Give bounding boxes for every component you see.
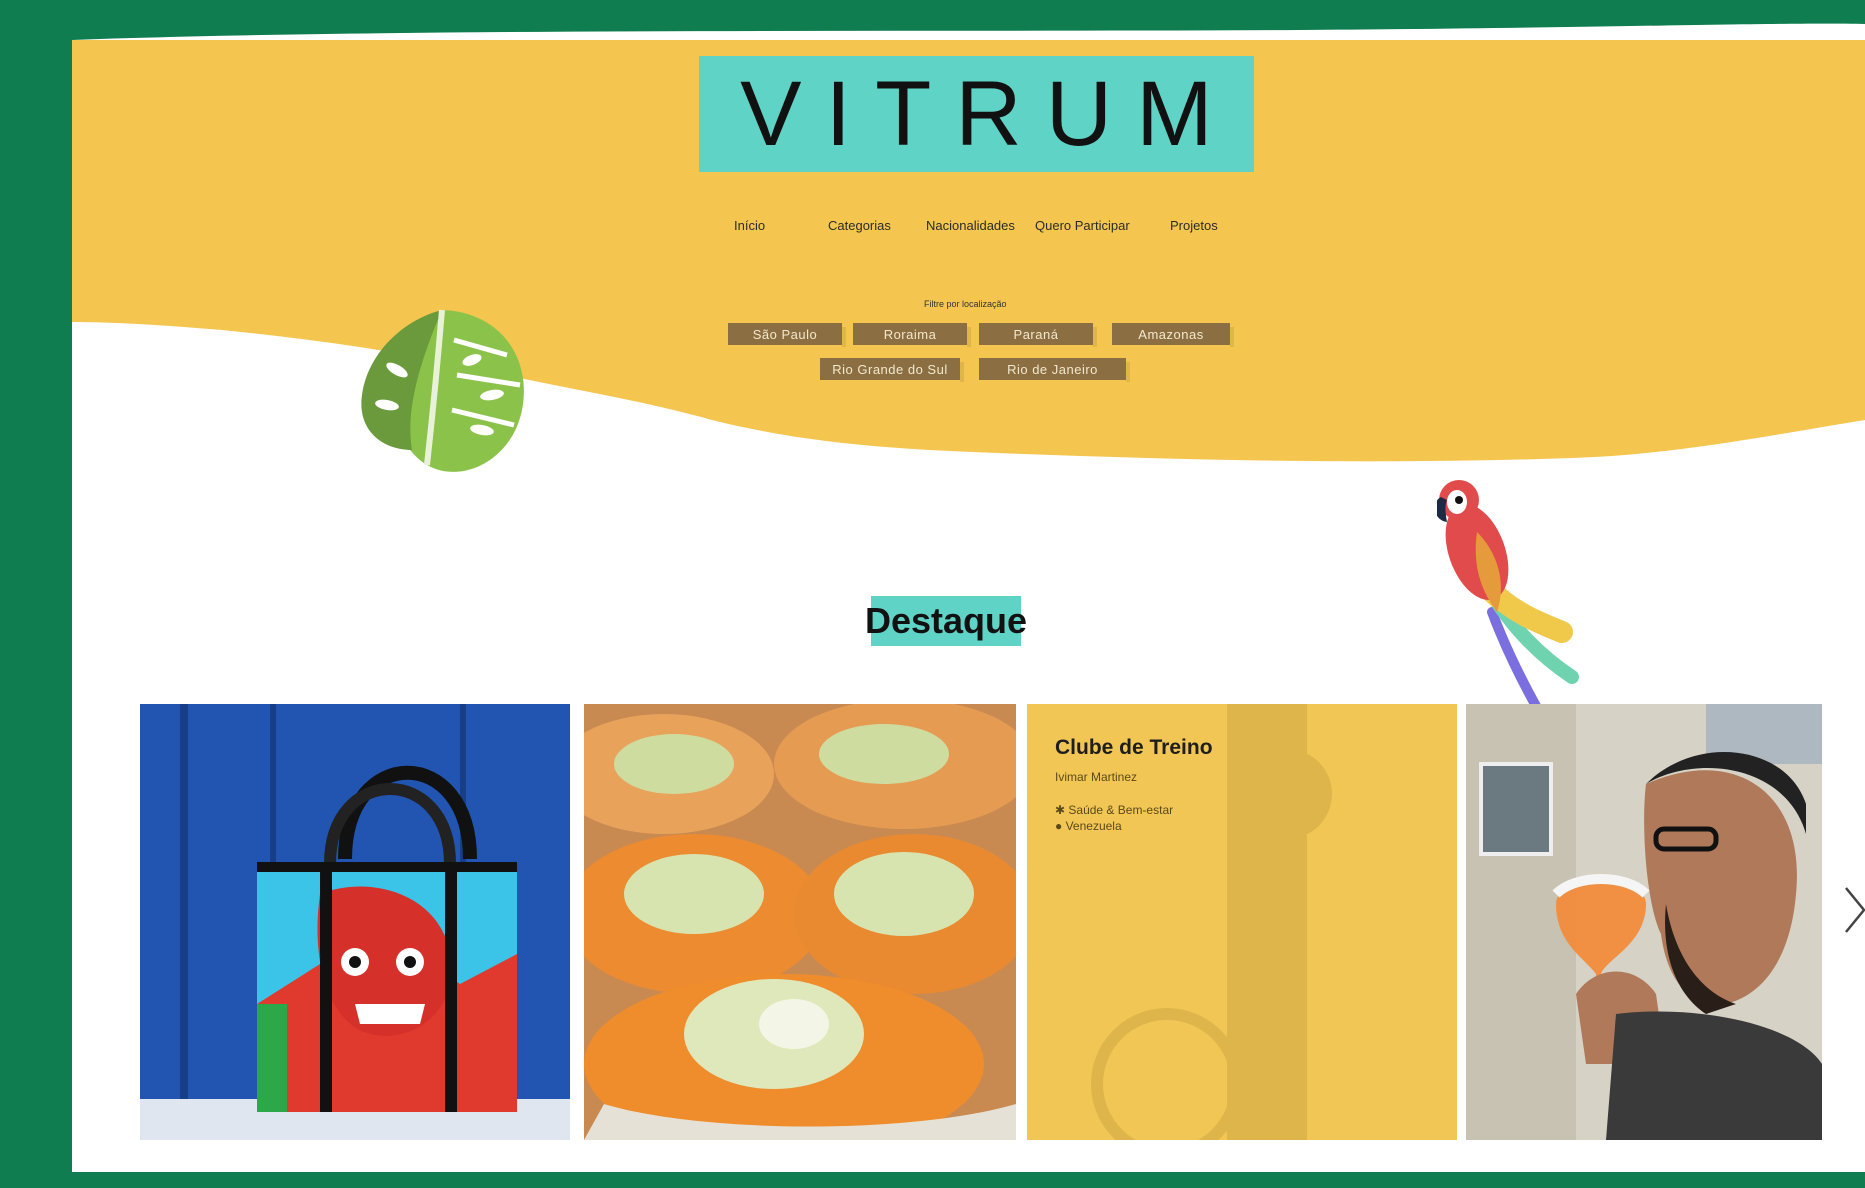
featured-card-tostadas[interactable]	[584, 704, 1016, 1140]
globe-icon: ●	[1055, 819, 1066, 833]
filter-chip-parana[interactable]: Paraná	[979, 323, 1097, 347]
man-tasting-beer-photo	[1466, 704, 1822, 1140]
featured-card-beer-tasting[interactable]	[1466, 704, 1822, 1140]
nav-categorias[interactable]: Categorias	[828, 218, 891, 233]
card-title: Clube de Treino	[1055, 736, 1213, 759]
filter-chip-roraima[interactable]: Roraima	[853, 323, 971, 347]
nav-projetos[interactable]: Projetos	[1170, 218, 1218, 233]
parrot-icon	[1437, 480, 1579, 739]
filter-chip-rio-grande-do-sul[interactable]: Rio Grande do Sul	[820, 358, 964, 382]
monstera-leaf-icon	[361, 309, 524, 472]
site-logo[interactable]: VITRUM	[699, 56, 1254, 172]
main-nav: Início Categorias Nacionalidades Quero P…	[72, 218, 1865, 238]
featured-card-tote-bag[interactable]	[140, 704, 570, 1140]
card-meta: ✱ Saúde & Bem-estar ● Venezuela	[1055, 802, 1173, 834]
info-card-body: Clube de Treino Ivimar Martinez ✱ Saúde …	[1027, 704, 1457, 1140]
page: VITRUM Início Categorias Nacionalidades …	[72, 40, 1865, 1172]
section-title-destaque: Destaque	[865, 596, 1027, 646]
chevron-right-icon[interactable]	[1840, 880, 1865, 940]
featured-card-clube-de-treino[interactable]: Clube de Treino Ivimar Martinez ✱ Saúde …	[1027, 704, 1457, 1140]
card-category: ✱ Saúde & Bem-estar	[1055, 803, 1174, 817]
filter-chip-rio-de-janeiro[interactable]: Rio de Janeiro	[979, 358, 1130, 382]
card-author: Ivimar Martinez	[1055, 770, 1138, 784]
card-nationality: ● Venezuela	[1055, 819, 1122, 833]
nav-quero-participar[interactable]: Quero Participar	[1035, 218, 1130, 233]
nav-nacionalidades[interactable]: Nacionalidades	[926, 218, 1015, 233]
nav-inicio[interactable]: Início	[734, 218, 765, 233]
filter-chip-sao-paulo[interactable]: São Paulo	[728, 323, 846, 347]
asterisk-icon: ✱	[1055, 803, 1069, 817]
filter-title: Filtre por localização	[924, 299, 1007, 309]
tote-bag-photo	[140, 704, 570, 1140]
carrot-tostadas-photo	[584, 704, 1016, 1140]
filter-chip-amazonas[interactable]: Amazonas	[1112, 323, 1234, 347]
